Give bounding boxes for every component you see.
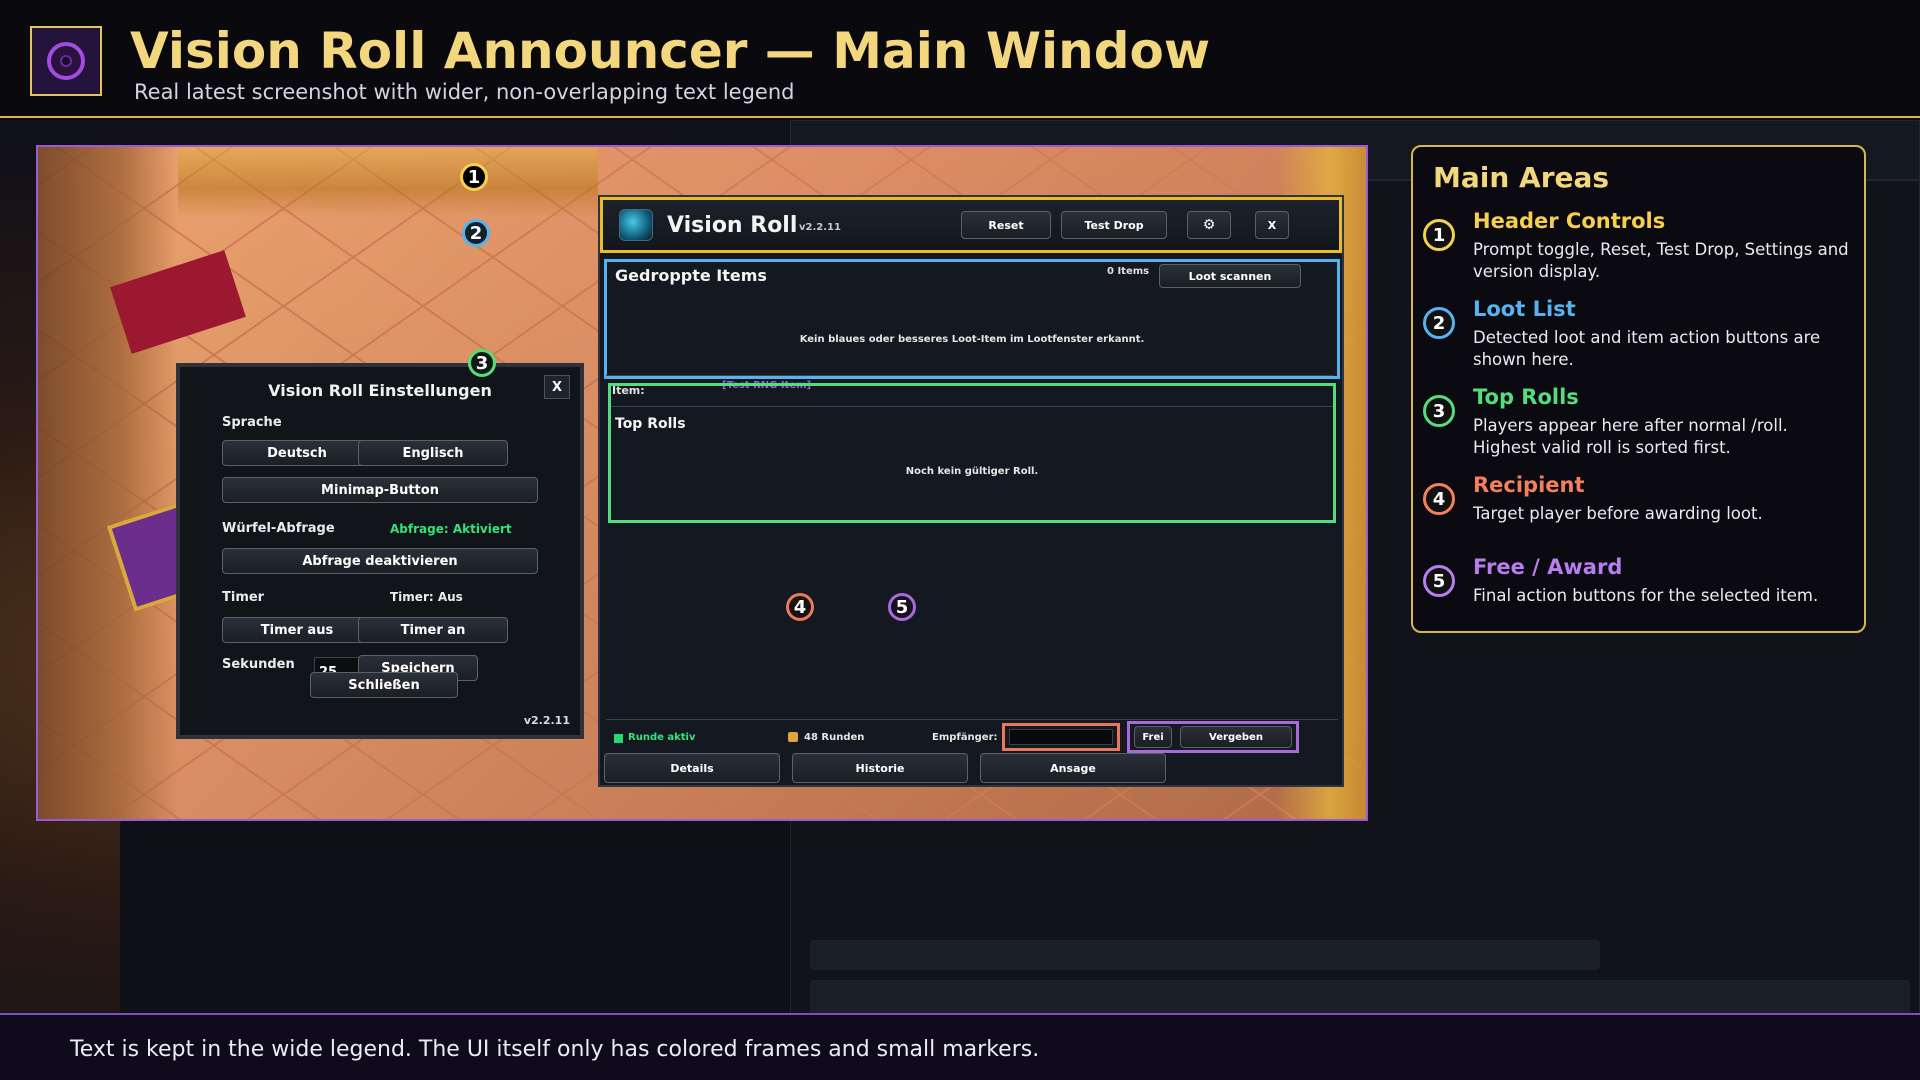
footer-bar: Text is kept in the wide legend. The UI … (0, 1013, 1920, 1080)
legend-panel: Main Areas 1 Header Controls Prompt togg… (1411, 145, 1866, 633)
german-button[interactable]: Deutsch (222, 440, 372, 466)
page-subtitle: Real latest screenshot with wider, non-o… (134, 80, 795, 104)
top-bar: Vision Roll Announcer — Main Window Real… (0, 0, 1920, 118)
legend-heading: Loot List (1473, 297, 1576, 321)
legend-heading: Free / Award (1473, 555, 1623, 579)
reset-button[interactable]: Reset (961, 211, 1051, 239)
marker-4: 4 (786, 593, 814, 621)
legend-heading: Recipient (1473, 473, 1585, 497)
minimap-button[interactable]: Minimap-Button (222, 477, 538, 503)
legend-description: Target player before awarding loot. (1473, 504, 1763, 523)
details-button[interactable]: Details (604, 753, 780, 783)
scan-loot-button[interactable]: Loot scannen (1159, 264, 1301, 288)
recipient-label: Empfänger: (932, 732, 998, 743)
test-drop-button[interactable]: Test Drop (1061, 211, 1167, 239)
timer-status: Timer: Aus (390, 590, 463, 604)
settings-panel: Vision Roll Einstellungen X Sprache Deut… (176, 363, 584, 739)
legend-number: 3 (1423, 395, 1455, 427)
active-indicator (614, 734, 623, 743)
legend-item: 2 Loot List Detected loot and item actio… (1423, 297, 1863, 377)
seconds-label: Sekunden (222, 657, 295, 672)
award-button[interactable]: Vergeben (1180, 726, 1292, 748)
free-button[interactable]: Frei (1134, 726, 1172, 748)
legend-heading: Header Controls (1473, 209, 1666, 233)
window-title: Vision Roll (667, 213, 798, 238)
footer-text: Text is kept in the wide legend. The UI … (70, 1037, 1040, 1062)
window-close-button[interactable]: X (1255, 211, 1289, 239)
timer-off-button[interactable]: Timer aus (222, 617, 372, 643)
legend-item: 3 Top Rolls Players appear here after no… (1423, 385, 1863, 465)
divider (611, 406, 1333, 407)
dice-icon (788, 732, 798, 742)
gear-icon[interactable]: ⚙ (1187, 211, 1231, 239)
loot-title: Gedroppte Items (615, 266, 767, 285)
header-controls: Vision Roll v2.2.11 Reset Test Drop ⚙ X (600, 197, 1342, 253)
dice-prompt-status: Abfrage: Aktiviert (390, 522, 512, 536)
loot-count: 0 Items (1107, 266, 1150, 277)
legend-description: Prompt toggle, Reset, Test Drop, Setting… (1473, 240, 1849, 281)
marker-5: 5 (888, 593, 916, 621)
legend-item: 5 Free / Award Final action buttons for … (1423, 555, 1863, 635)
rolls-title: Top Rolls (615, 416, 686, 432)
divider (606, 719, 1338, 720)
legend-number: 5 (1423, 565, 1455, 597)
addon-logo-icon (619, 209, 653, 241)
legend-description: Final action buttons for the selected it… (1473, 586, 1819, 605)
announce-button[interactable]: Ansage (980, 753, 1166, 783)
loot-list: Gedroppte Items 0 Items Loot scannen Kei… (604, 259, 1340, 379)
top-rolls: Top Rolls Noch kein gültiger Roll. (608, 383, 1336, 523)
legend-number: 2 (1423, 307, 1455, 339)
free-award-frame: Frei Vergeben (1127, 721, 1299, 753)
dice-prompt-label: Würfel-Abfrage (222, 521, 335, 536)
legend-title: Main Areas (1433, 161, 1610, 194)
settings-title: Vision Roll Einstellungen (268, 381, 492, 400)
timer-label: Timer (222, 590, 265, 605)
recipient-input[interactable] (1009, 729, 1113, 745)
legend-number: 1 (1423, 219, 1455, 251)
legend-item: 1 Header Controls Prompt toggle, Reset, … (1423, 209, 1863, 289)
rolls-empty-message: Noch kein gültiger Roll. (905, 466, 1039, 477)
loot-empty-message: Kein blaues oder besseres Loot-Item im L… (799, 334, 1145, 345)
scene-statue (178, 147, 598, 217)
scene-wall-left (38, 147, 178, 819)
history-button[interactable]: Historie (792, 753, 968, 783)
english-button[interactable]: Englisch (358, 440, 508, 466)
close-settings-button[interactable]: Schließen (310, 672, 458, 698)
page-title: Vision Roll Announcer — Main Window (130, 22, 1211, 80)
round-status: Runde aktiv (628, 732, 696, 743)
legend-description: Players appear here after normal /roll. … (1473, 416, 1788, 457)
legend-description: Detected loot and item action buttons ar… (1473, 328, 1821, 369)
rounds-count: 48 Runden (804, 732, 865, 743)
marker-3: 3 (468, 349, 496, 377)
settings-version: v2.2.11 (523, 714, 570, 727)
marker-1: 1 (460, 163, 488, 191)
game-screenshot: Vision Roll Einstellungen X Sprache Deut… (36, 145, 1368, 821)
legend-item: 4 Recipient Target player before awardin… (1423, 473, 1863, 553)
window-version: v2.2.11 (799, 222, 841, 233)
legend-number: 4 (1423, 483, 1455, 515)
timer-on-button[interactable]: Timer an (358, 617, 508, 643)
marker-2: 2 (462, 219, 490, 247)
settings-close-button[interactable]: X (544, 375, 570, 399)
recipient-frame (1002, 723, 1120, 751)
disable-prompt-button[interactable]: Abfrage deaktivieren (222, 548, 538, 574)
language-label: Sprache (222, 415, 282, 430)
legend-heading: Top Rolls (1473, 385, 1579, 409)
main-window: Vision Roll v2.2.11 Reset Test Drop ⚙ X … (598, 195, 1344, 787)
vision-eye-icon (30, 26, 102, 96)
